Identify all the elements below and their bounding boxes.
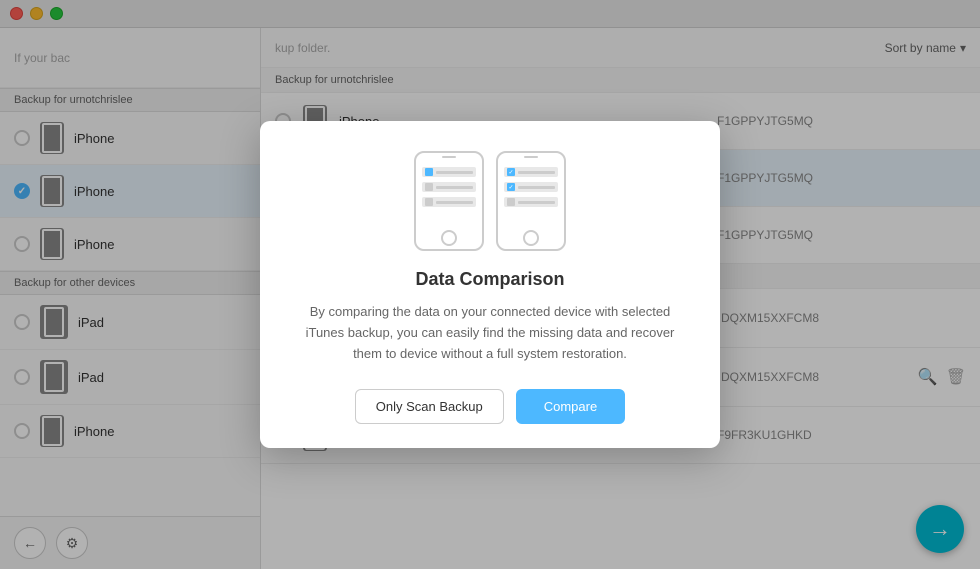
compare-button[interactable]: Compare: [516, 389, 625, 424]
modal-description: By comparing the data on your connected …: [290, 302, 690, 364]
modal-overlay: ✓ ✓ Data Comparison By comparing the dat: [0, 0, 980, 569]
modal-title: Data Comparison: [415, 269, 564, 290]
modal: ✓ ✓ Data Comparison By comparing the dat: [260, 121, 720, 447]
modal-icon: ✓ ✓: [414, 151, 566, 251]
modal-buttons: Only Scan Backup Compare: [355, 389, 625, 424]
scan-backup-button[interactable]: Only Scan Backup: [355, 389, 504, 424]
